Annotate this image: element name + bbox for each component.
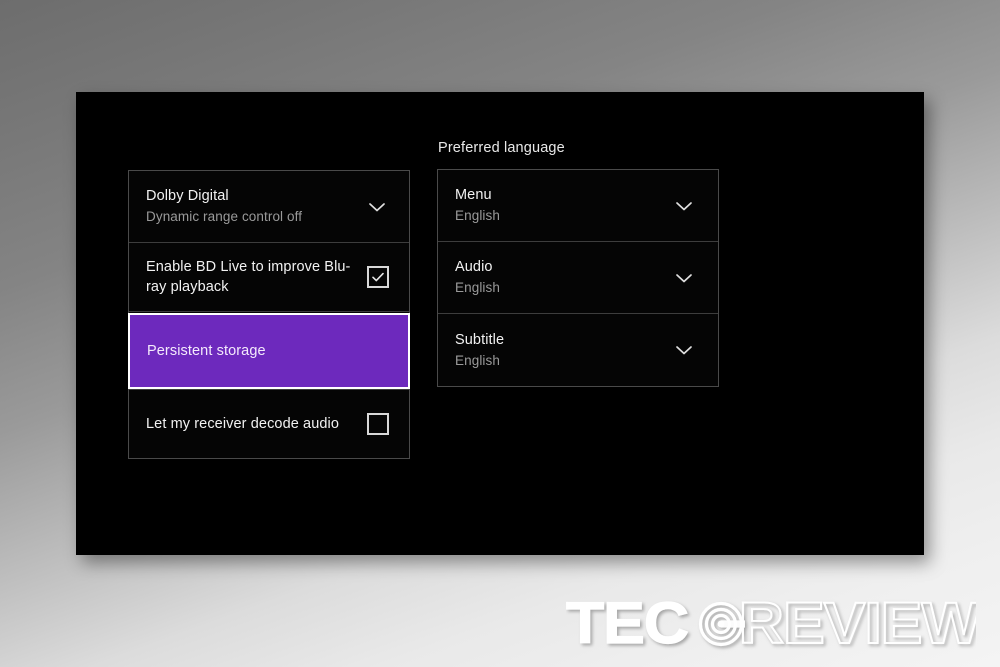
language-title: Audio [455,259,493,275]
language-value: English [455,280,500,295]
setting-title: Let my receiver decode audio [146,415,340,432]
chevron-down-icon[interactable] [365,195,389,219]
setting-subtitle: Dynamic range control off [146,209,303,224]
watermark-solid-text: TEC [566,593,688,655]
row-text-block: Persistent storage [147,342,391,361]
audio-settings-list: Dolby Digital Dynamic range control off … [128,170,410,459]
setting-row-dolby-digital[interactable]: Dolby Digital Dynamic range control off [129,171,409,243]
preferred-language-list: Menu English Audio English Subtitle Engl… [437,169,719,387]
section-header-preferred-language: Preferred language [438,140,565,156]
language-title: Menu [455,187,492,203]
row-text-block: Dolby Digital Dynamic range control off [146,187,355,226]
language-row-audio[interactable]: Audio English [438,242,718,314]
language-value: English [455,208,500,223]
target-spiral-icon [698,601,745,647]
watermark-outline-text: REVIEWS [739,593,976,655]
preferred-language-section: Preferred language Menu English Audio En… [437,138,719,387]
setting-title: Persistent storage [147,342,266,359]
checkbox-unchecked-icon[interactable] [367,413,389,435]
watermark-logo: TEC REVIEWS [566,593,976,655]
console-screen-panel: Dolby Digital Dynamic range control off … [76,92,924,555]
setting-row-persistent-storage[interactable]: Persistent storage [128,313,410,389]
setting-title: Enable BD Live to improve Blu-ray playba… [146,259,351,295]
language-row-subtitle[interactable]: Subtitle English [438,314,718,386]
language-row-menu[interactable]: Menu English [438,170,718,242]
setting-title: Dolby Digital [146,188,229,204]
language-value: English [455,352,500,368]
row-text-block: Subtitle English [455,331,662,370]
row-text-block: Audio English [455,258,662,297]
language-title: Subtitle [455,331,505,348]
setting-row-persistent-storage-container: Persistent storage [128,312,410,390]
row-text-block: Menu English [455,186,662,225]
page-background: Dolby Digital Dynamic range control off … [0,0,1000,667]
chevron-down-icon[interactable] [672,194,696,218]
chevron-down-icon[interactable] [672,266,696,290]
checkbox-checked-icon[interactable] [367,266,389,288]
chevron-down-icon[interactable] [672,338,696,362]
row-text-block: Let my receiver decode audio [146,415,355,434]
setting-row-receiver-decode-audio[interactable]: Let my receiver decode audio [129,390,409,458]
setting-row-enable-bd-live[interactable]: Enable BD Live to improve Blu-ray playba… [129,243,409,312]
row-text-block: Enable BD Live to improve Blu-ray playba… [146,257,355,297]
